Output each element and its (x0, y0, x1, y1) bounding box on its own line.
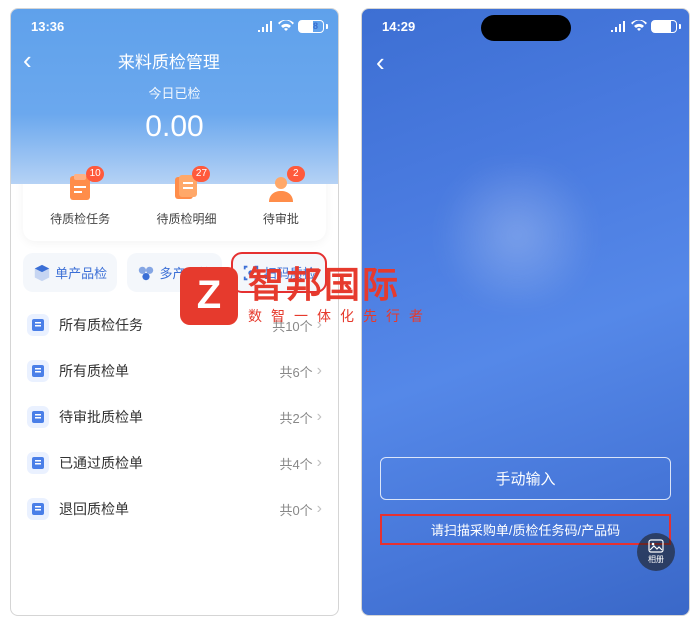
nav-bar: ‹ 来料质检管理 (11, 43, 338, 77)
clipboard-icon: 10 (64, 172, 96, 204)
menu-item-all-tasks[interactable]: 所有质检任务 共10个 › (23, 302, 326, 348)
badge: 10 (86, 166, 104, 182)
scan-viewport (362, 82, 689, 457)
back-button[interactable]: ‹ (362, 43, 689, 82)
menu-item-returned[interactable]: 退回质检单 共0个 › (23, 486, 326, 532)
menu-label: 待审批质检单 (59, 407, 279, 427)
chevron-right-icon: › (317, 500, 322, 518)
phone-left: 13:36 58 ‹ 来料质检管理 今日已检 0.00 10 待质检任务 (10, 8, 339, 616)
tile-label: 待审批 (263, 210, 299, 227)
scan-icon (242, 264, 260, 282)
menu-item-approved[interactable]: 已通过质检单 共4个 › (23, 440, 326, 486)
page-title: 来料质检管理 (12, 48, 326, 73)
badge: 2 (287, 166, 305, 182)
bottom-panel: 手动输入 请扫描采购单/质检任务码/产品码 (362, 457, 689, 615)
menu-count: 共0个 (279, 500, 312, 519)
menu-label: 退回质检单 (59, 499, 279, 519)
today-count: 0.00 (11, 110, 338, 144)
chevron-right-icon: › (317, 316, 322, 334)
battery-indicator: 58 (298, 20, 318, 33)
phone-right: 14:29 79 ‹ 手动输入 请扫描采购单/质检任务码/产品码 相册 (361, 8, 690, 616)
menu-count: 共4个 (279, 454, 312, 473)
menu-list: 所有质检任务 共10个 › 所有质检单 共6个 › 待审批质检单 共2个 › 已… (23, 302, 326, 532)
list-icon (27, 360, 49, 382)
tile-pending-approval[interactable]: 2 待审批 (263, 172, 299, 227)
action-label: 多产品检 (159, 263, 211, 282)
album-button[interactable]: 相册 (637, 533, 675, 571)
signal-icon (258, 20, 274, 32)
action-scan-check[interactable]: 扫码质检 (232, 253, 326, 292)
wifi-icon (278, 20, 294, 32)
battery-indicator: 79 (651, 20, 669, 33)
status-icons: 58 (258, 20, 318, 33)
menu-item-all-orders[interactable]: 所有质检单 共6个 › (23, 348, 326, 394)
menu-label: 所有质检单 (59, 361, 279, 381)
glow (427, 165, 607, 305)
signal-icon (611, 20, 627, 32)
chevron-right-icon: › (317, 408, 322, 426)
action-label: 扫码质检 (264, 263, 316, 282)
menu-count: 共10个 (272, 316, 312, 335)
status-time: 13:36 (31, 19, 64, 34)
cube-icon (33, 264, 51, 282)
tile-label: 待质检任务 (50, 210, 110, 227)
list-icon (27, 498, 49, 520)
status-icons: 79 (611, 20, 669, 33)
person-icon: 2 (265, 172, 297, 204)
action-single-check[interactable]: 单产品检 (23, 253, 117, 292)
status-time: 14:29 (382, 19, 415, 34)
menu-label: 所有质检任务 (59, 315, 272, 335)
list-icon (27, 452, 49, 474)
wifi-icon (631, 20, 647, 32)
menu-item-pending-approval[interactable]: 待审批质检单 共2个 › (23, 394, 326, 440)
cubes-icon (137, 264, 155, 282)
image-icon (648, 539, 664, 553)
sub-title: 今日已检 (11, 83, 338, 102)
menu-count: 共6个 (279, 362, 312, 381)
manual-input-button[interactable]: 手动输入 (380, 457, 671, 500)
menu-label: 已通过质检单 (59, 453, 279, 473)
chevron-right-icon: › (317, 362, 322, 380)
action-multi-check[interactable]: 多产品检 (127, 253, 221, 292)
tile-label: 待质检明细 (156, 210, 216, 227)
menu-count: 共2个 (279, 408, 312, 427)
album-label: 相册 (648, 554, 664, 565)
document-icon: 27 (170, 172, 202, 204)
header: 13:36 58 ‹ 来料质检管理 今日已检 0.00 (11, 9, 338, 184)
scan-hint: 请扫描采购单/质检任务码/产品码 (380, 514, 671, 545)
list-icon (27, 406, 49, 428)
action-label: 单产品检 (55, 263, 107, 282)
chevron-right-icon: › (317, 454, 322, 472)
action-row: 单产品检 多产品检 扫码质检 (23, 253, 326, 292)
list-icon (27, 314, 49, 336)
notch (481, 15, 571, 41)
status-bar: 13:36 58 (11, 9, 338, 43)
